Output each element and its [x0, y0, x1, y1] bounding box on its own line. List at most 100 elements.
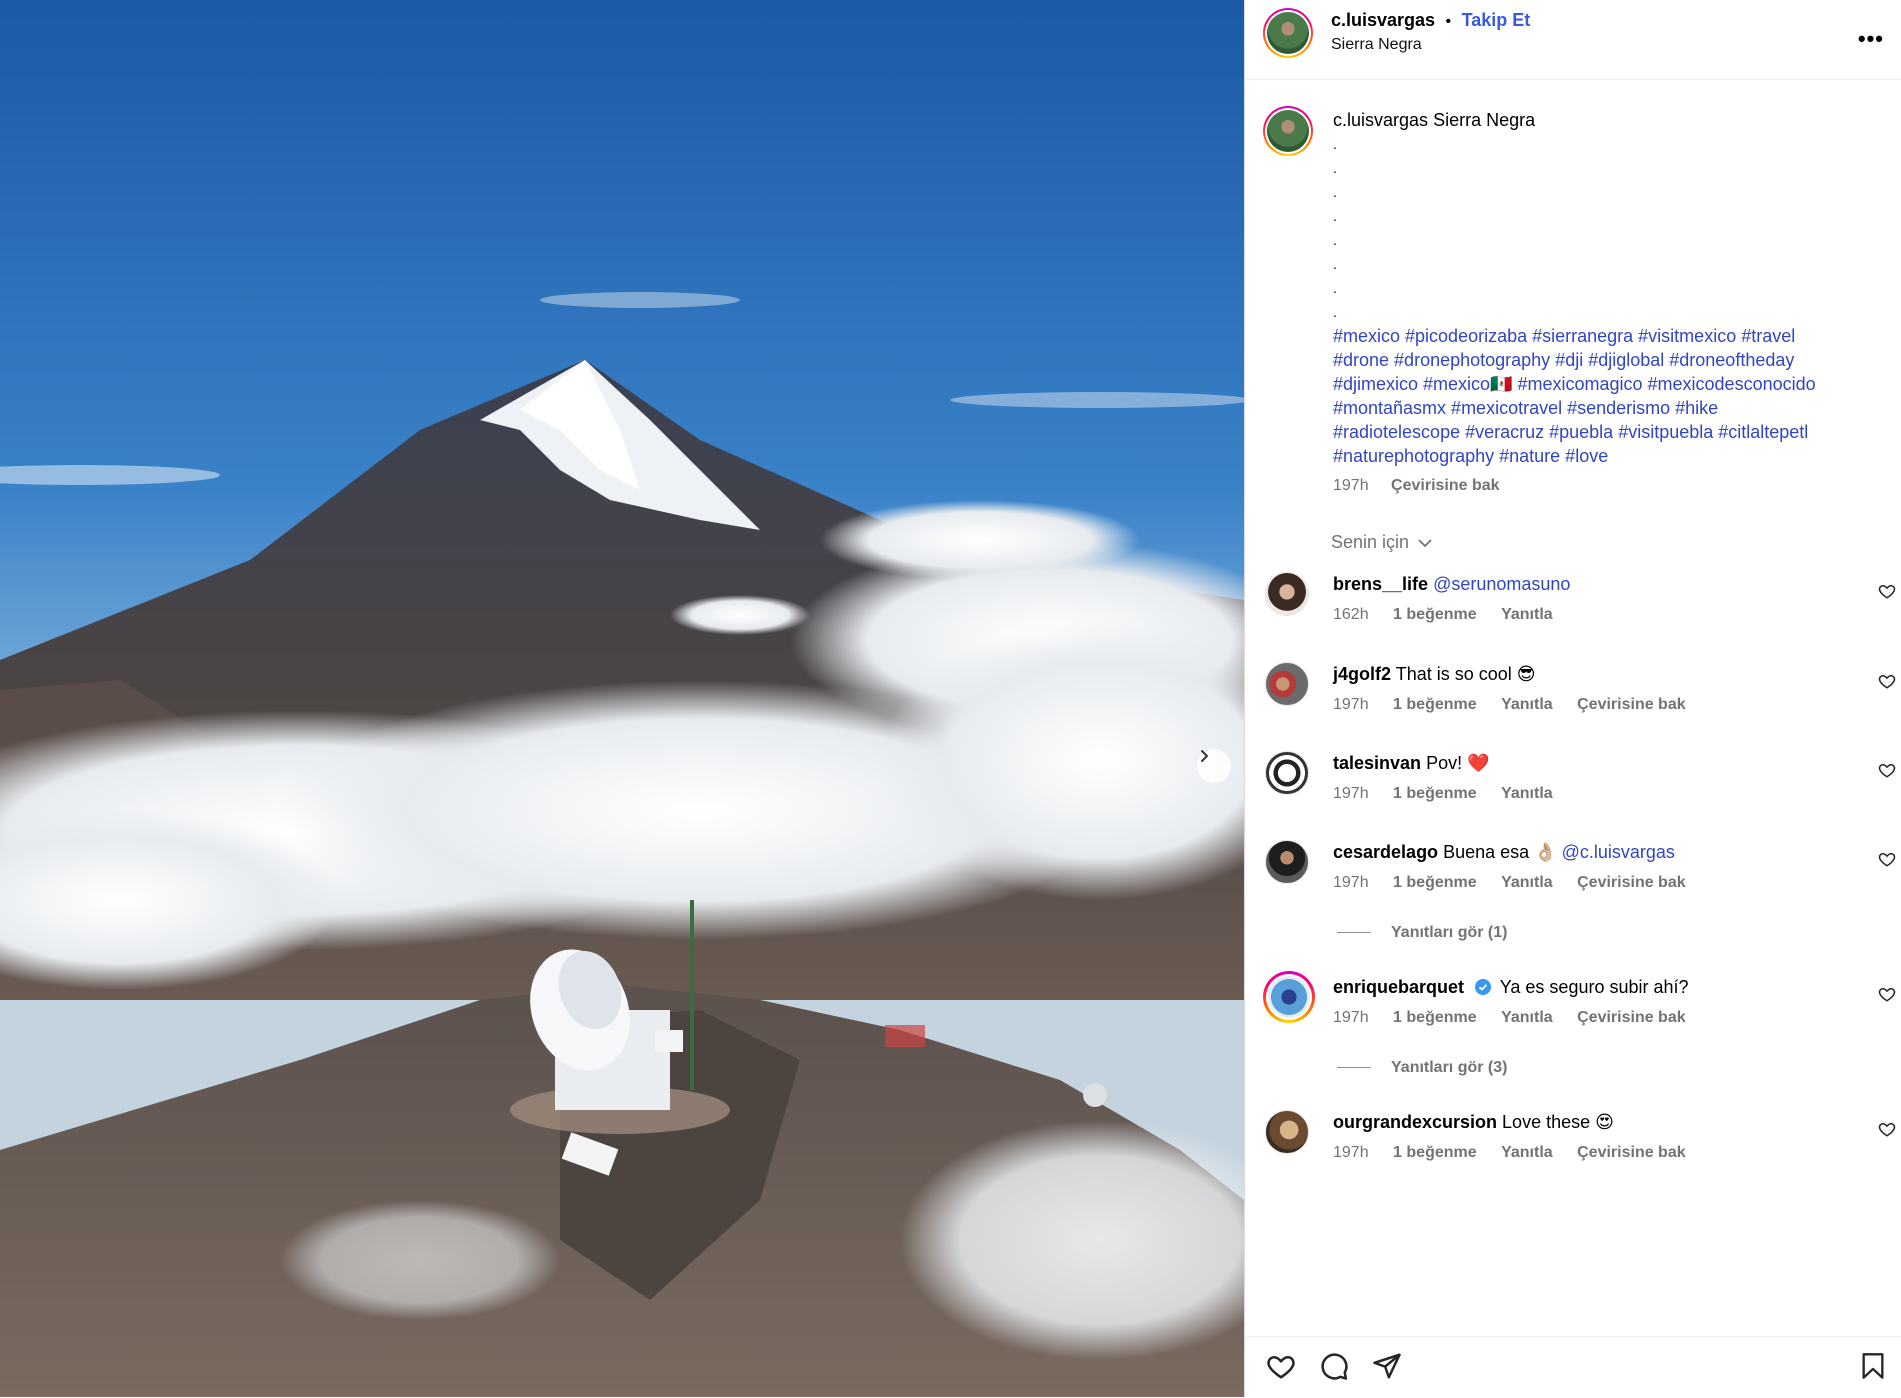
translate-link[interactable]: Çevirisine bak — [1577, 1144, 1686, 1161]
heart-icon[interactable] — [1265, 1351, 1297, 1381]
comment-username[interactable]: j4golf2 — [1333, 664, 1391, 684]
heart-icon[interactable] — [1878, 761, 1896, 779]
comments-filter-dropdown[interactable]: Senin için — [1331, 532, 1432, 553]
comment-item: brens__life @serunomasuno 162h 1 beğenme… — [1245, 572, 1901, 652]
hashtag-line[interactable]: #radiotelescope #veracruz #puebla #visit… — [1333, 420, 1878, 444]
share-icon[interactable] — [1371, 1351, 1403, 1381]
comment-text: That is so cool 😎 — [1395, 664, 1536, 684]
comment-time[interactable]: 162h — [1333, 606, 1369, 623]
comment-text: Pov! ❤️ — [1426, 753, 1490, 773]
comment-username[interactable]: cesardelago — [1333, 842, 1438, 862]
view-replies-button[interactable]: Yanıtları gör (3) — [1337, 1059, 1507, 1077]
next-photo-button[interactable] — [1197, 749, 1231, 783]
reply-button[interactable]: Yanıtla — [1501, 874, 1553, 891]
comment-time[interactable]: 197h — [1333, 1009, 1369, 1026]
commenter-avatar[interactable] — [1263, 971, 1315, 1023]
comment-item: ourgrandexcursion Love these 😍 197h 1 be… — [1245, 1110, 1901, 1190]
replies-divider — [1337, 932, 1371, 934]
view-replies-label: Yanıtları gör (1) — [1391, 924, 1508, 941]
comment-text: Ya es seguro subir ahí? — [1499, 977, 1689, 997]
author-username[interactable]: c.luisvargas — [1331, 10, 1435, 30]
chevron-right-icon — [1201, 750, 1208, 762]
reply-button[interactable]: Yanıtla — [1501, 1009, 1553, 1026]
replies-divider — [1337, 1067, 1371, 1069]
comment-username[interactable]: enriquebarquet — [1333, 977, 1464, 997]
comment-icon[interactable] — [1318, 1351, 1350, 1381]
caption-dot: . — [1333, 136, 1337, 152]
commenter-avatar[interactable] — [1265, 662, 1309, 706]
reply-button[interactable]: Yanıtla — [1501, 785, 1553, 802]
comment-text: Buena esa 👌🏼 — [1443, 842, 1557, 862]
heart-icon[interactable] — [1878, 582, 1896, 600]
post-side-panel: c.luisvargas • Takip Et Sierra Negra •••… — [1244, 0, 1901, 1397]
comment-time[interactable]: 197h — [1333, 874, 1369, 891]
commenter-avatar[interactable] — [1265, 751, 1309, 795]
comment-likes[interactable]: 1 beğenme — [1393, 785, 1477, 802]
follow-button[interactable]: Takip Et — [1462, 10, 1531, 30]
hashtag-line[interactable]: #djimexico #mexico🇲🇽 #mexicomagico #mexi… — [1333, 372, 1878, 396]
comment-text: Love these 😍 — [1502, 1112, 1614, 1132]
caption-dot: . — [1333, 280, 1337, 296]
commenter-avatar[interactable] — [1265, 1110, 1309, 1154]
comment-item: cesardelago Buena esa 👌🏼 @c.luisvargas 1… — [1245, 840, 1901, 920]
caption-dot: . — [1333, 184, 1337, 200]
caption-dot: . — [1333, 256, 1337, 272]
caption-username[interactable]: c.luisvargas — [1333, 110, 1428, 130]
more-options-button[interactable]: ••• — [1858, 26, 1884, 52]
verified-icon — [1475, 979, 1492, 996]
comment-mention[interactable]: @serunomasuno — [1433, 574, 1570, 594]
caption-dot: . — [1333, 208, 1337, 224]
caption-dot: . — [1333, 304, 1337, 320]
comment-username[interactable]: brens__life — [1333, 574, 1428, 594]
separator-dot: • — [1445, 13, 1452, 30]
heart-icon[interactable] — [1878, 850, 1896, 868]
comment-time[interactable]: 197h — [1333, 785, 1369, 802]
post-action-bar — [1245, 1336, 1901, 1398]
comment-time[interactable]: 197h — [1333, 696, 1369, 713]
comment-likes[interactable]: 1 beğenme — [1393, 1009, 1477, 1026]
caption-dot: . — [1333, 160, 1337, 176]
hashtag-line[interactable]: #naturephotography #nature #love — [1333, 444, 1878, 468]
comment-likes[interactable]: 1 beğenme — [1393, 1144, 1477, 1161]
comment-likes[interactable]: 1 beğenme — [1393, 606, 1477, 623]
hashtag-line[interactable]: #drone #dronephotography #dji #djiglobal… — [1333, 348, 1878, 372]
comments-filter-label: Senin için — [1331, 532, 1410, 552]
reply-button[interactable]: Yanıtla — [1501, 606, 1553, 623]
post-caption: c.luisvargas Sierra Negra . . . . . . . … — [1333, 108, 1878, 498]
heart-icon[interactable] — [1878, 1120, 1896, 1138]
caption-avatar[interactable] — [1263, 106, 1313, 156]
hashtag-line[interactable]: #montañasmx #mexicotravel #senderismo #h… — [1333, 396, 1878, 420]
view-replies-button[interactable]: Yanıtları gör (1) — [1337, 924, 1507, 942]
translate-link[interactable]: Çevirisine bak — [1577, 874, 1686, 891]
translate-link[interactable]: Çevirisine bak — [1391, 477, 1500, 494]
post-header: c.luisvargas • Takip Et Sierra Negra ••• — [1245, 0, 1901, 80]
translate-link[interactable]: Çevirisine bak — [1577, 696, 1686, 713]
bookmark-icon[interactable] — [1859, 1351, 1887, 1381]
comment-mention[interactable]: @c.luisvargas — [1562, 842, 1675, 862]
post-location[interactable]: Sierra Negra — [1331, 36, 1422, 54]
comment-username[interactable]: ourgrandexcursion — [1333, 1112, 1497, 1132]
comment-likes[interactable]: 1 beğenme — [1393, 874, 1477, 891]
comment-item: enriquebarquet Ya es seguro subir ahí? 1… — [1245, 971, 1901, 1055]
mountain-photo — [0, 0, 1244, 1397]
caption-dot: . — [1333, 232, 1337, 248]
post-photo[interactable] — [0, 0, 1244, 1397]
author-avatar[interactable] — [1263, 8, 1313, 58]
caption-text: Sierra Negra — [1433, 110, 1536, 130]
reply-button[interactable]: Yanıtla — [1501, 696, 1553, 713]
comment-likes[interactable]: 1 beğenme — [1393, 696, 1477, 713]
translate-link[interactable]: Çevirisine bak — [1577, 1009, 1686, 1026]
comment-item: talesinvan Pov! ❤️ 197h 1 beğenme Yanıtl… — [1245, 751, 1901, 831]
hashtag-line[interactable]: #mexico #picodeorizaba #sierranegra #vis… — [1333, 324, 1878, 348]
reply-button[interactable]: Yanıtla — [1501, 1144, 1553, 1161]
comment-username[interactable]: talesinvan — [1333, 753, 1421, 773]
commenter-avatar[interactable] — [1265, 840, 1309, 884]
comment-item: j4golf2 That is so cool 😎 197h 1 beğenme… — [1245, 662, 1901, 742]
heart-icon[interactable] — [1878, 985, 1896, 1003]
commenter-avatar[interactable] — [1265, 572, 1309, 616]
caption-time[interactable]: 197h — [1333, 477, 1369, 494]
chevron-down-icon — [1418, 539, 1432, 548]
comment-time[interactable]: 197h — [1333, 1144, 1369, 1161]
heart-icon[interactable] — [1878, 672, 1896, 690]
view-replies-label: Yanıtları gör (3) — [1391, 1059, 1508, 1076]
